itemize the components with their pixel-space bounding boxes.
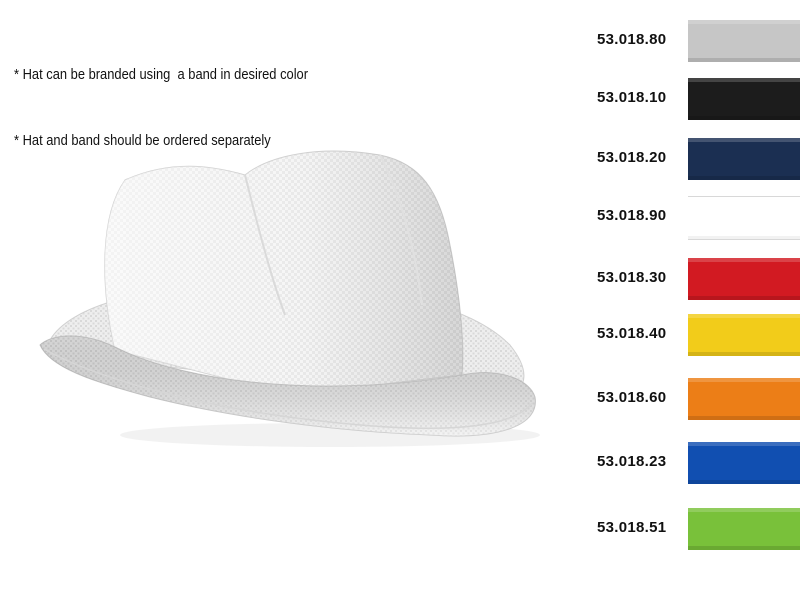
band-code: 53.018.23 [597, 453, 667, 470]
band-code: 53.018.60 [597, 389, 667, 406]
band-swatch [688, 314, 800, 356]
band-code: 53.018.30 [597, 269, 667, 286]
band-code: 53.018.10 [597, 89, 667, 106]
band-code: 53.018.80 [597, 31, 667, 48]
band-swatch [688, 508, 800, 550]
band-swatch [688, 378, 800, 420]
band-swatch [688, 196, 800, 240]
band-code: 53.018.40 [597, 325, 667, 342]
band-code: 53.018.90 [597, 207, 667, 224]
hat-illustration [39, 150, 540, 447]
band-swatch [688, 20, 800, 62]
band-swatch [688, 258, 800, 300]
band-swatch [688, 78, 800, 120]
band-swatch [688, 442, 800, 484]
band-code: 53.018.51 [597, 519, 667, 536]
note-branding: * Hat can be branded using a band in des… [14, 66, 309, 83]
band-swatch [688, 138, 800, 180]
band-code: 53.018.20 [597, 149, 667, 166]
hat-image [30, 135, 550, 455]
